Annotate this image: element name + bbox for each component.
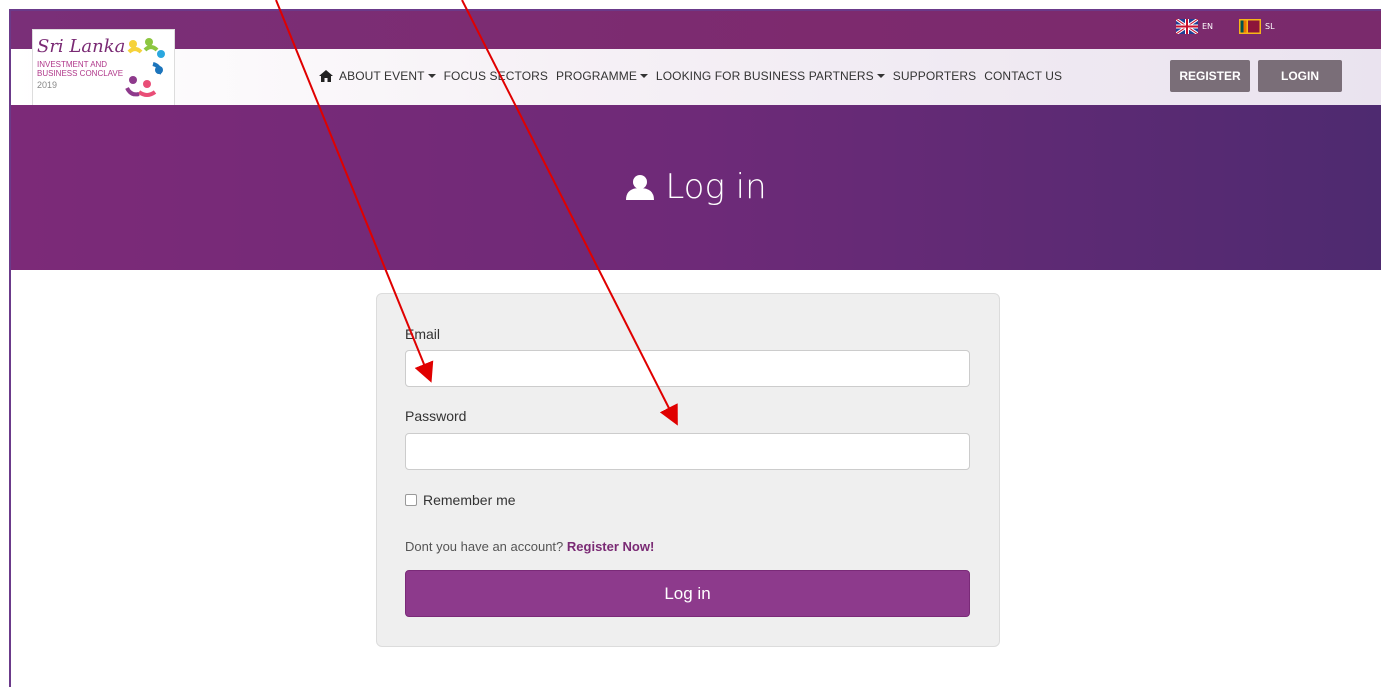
register-button[interactable]: REGISTER: [1170, 60, 1250, 92]
email-field[interactable]: [405, 350, 970, 387]
logo-subtitle: INVESTMENT AND BUSINESS CONCLAVE: [37, 60, 124, 78]
remember-me-label: Remember me: [423, 492, 516, 508]
site-logo[interactable]: Sri Lanka INVESTMENT AND BUSINESS CONCLAV…: [32, 29, 175, 115]
login-button[interactable]: LOGIN: [1258, 60, 1342, 92]
logo-year: 2019: [37, 80, 58, 90]
password-label: Password: [405, 408, 467, 424]
email-label: Email: [405, 326, 441, 342]
main-menu: ABOUT EVENT FOCUS SECTORS PROGRAMME LOOK…: [319, 69, 1070, 83]
language-en-code: EN: [1202, 22, 1214, 31]
sri-lanka-flag-icon: [1239, 19, 1261, 34]
user-icon: [626, 175, 655, 200]
home-icon[interactable]: [319, 70, 333, 82]
language-sl[interactable]: SL: [1239, 19, 1275, 34]
register-prompt: Dont you have an account? Register Now!: [405, 539, 654, 554]
login-form: Email Password Remember me Dont you have…: [376, 293, 1000, 647]
chevron-down-icon: [427, 74, 436, 78]
uk-flag-icon: [1176, 19, 1198, 34]
top-strip: EN SL: [11, 11, 1381, 49]
nav-contact-us[interactable]: CONTACT US: [984, 69, 1062, 83]
chevron-down-icon: [639, 74, 648, 78]
navigation-bar: Sri Lanka INVESTMENT AND BUSINESS CONCLAV…: [11, 29, 1381, 115]
nav-supporters[interactable]: SUPPORTERS: [893, 69, 976, 83]
register-prompt-text: Dont you have an account?: [405, 539, 564, 554]
password-field[interactable]: [405, 433, 970, 470]
register-now-link[interactable]: Register Now!: [567, 539, 654, 554]
login-submit-button[interactable]: Log in: [405, 570, 970, 617]
language-en[interactable]: EN: [1176, 19, 1213, 34]
remember-me[interactable]: Remember me: [405, 492, 516, 508]
logo-figures-icon: [125, 38, 165, 97]
remember-me-checkbox[interactable]: [405, 494, 417, 506]
browser-viewport: EN SL Sri Lanka INVESTMENT AND BUSINESS C…: [9, 9, 1381, 687]
page-title-text: Log in: [665, 167, 767, 207]
page-title: Log in: [11, 167, 1381, 207]
chevron-down-icon: [876, 74, 885, 78]
page-hero: Log in: [11, 105, 1381, 270]
nav-focus-sectors[interactable]: FOCUS SECTORS: [444, 69, 548, 83]
language-sl-code: SL: [1265, 22, 1275, 31]
nav-about-event[interactable]: ABOUT EVENT: [339, 69, 436, 83]
nav-programme[interactable]: PROGRAMME: [556, 69, 648, 83]
nav-business-partners[interactable]: LOOKING FOR BUSINESS PARTNERS: [656, 69, 885, 83]
logo-title: Sri Lanka: [37, 36, 126, 57]
